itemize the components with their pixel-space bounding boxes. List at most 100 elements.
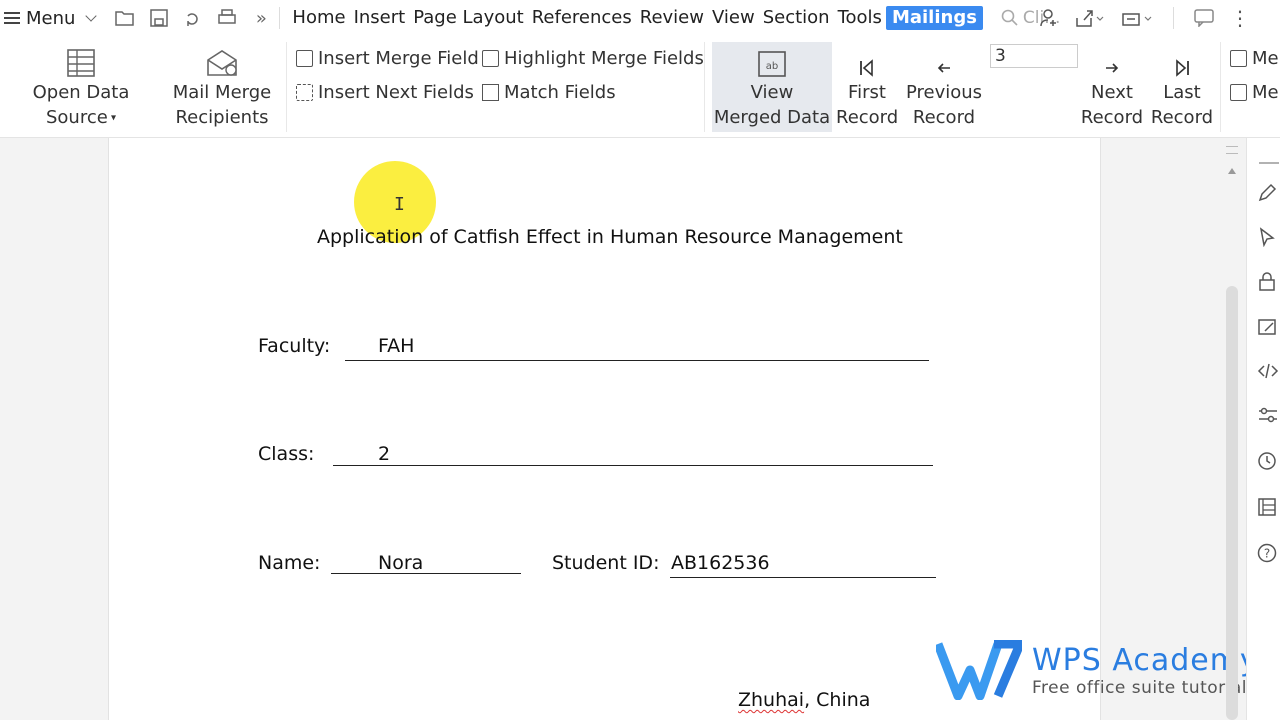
save-icon[interactable]: [149, 8, 169, 28]
tab-references[interactable]: References: [528, 6, 636, 30]
main-menu-label: Menu: [26, 7, 76, 29]
svg-text:?: ?: [1264, 547, 1270, 561]
highlight-merge-fields-button[interactable]: Highlight Merge Fields: [482, 48, 704, 69]
scroll-thumb[interactable]: [1226, 286, 1238, 720]
next-record-button[interactable]: Next Record: [1080, 44, 1144, 130]
scroll-grip-icon: [1226, 146, 1238, 154]
divider: [1220, 42, 1221, 132]
sidebar-collapse-icon[interactable]: [1257, 152, 1279, 174]
divider: [704, 42, 705, 132]
dropdown-caret-icon: ▾: [107, 112, 117, 124]
main-menu-button[interactable]: Menu: [0, 0, 101, 36]
match-fields-button[interactable]: Match Fields: [482, 82, 616, 103]
merge-documents-icon: [1230, 50, 1247, 67]
layout-list-icon[interactable]: [1257, 496, 1279, 518]
match-fields-label: Match Fields: [504, 82, 616, 103]
faculty-value[interactable]: FAH: [378, 335, 414, 357]
edit-image-icon[interactable]: [1257, 316, 1279, 338]
class-label: Class:: [258, 443, 315, 465]
last-record-label-1: Last: [1163, 82, 1201, 103]
hamburger-icon: [4, 12, 20, 24]
svg-text:ab: ab: [766, 61, 778, 72]
location-city: Zhuhai: [738, 689, 805, 711]
merge-to-new-document-button[interactable]: Me: [1230, 82, 1279, 103]
next-record-label-1: Next: [1091, 82, 1133, 103]
last-record-icon: [1150, 44, 1214, 78]
student-id-label: Student ID:: [552, 552, 660, 574]
pen-icon[interactable]: [1257, 182, 1279, 204]
next-record-label-2: Record: [1080, 107, 1144, 128]
class-underline: [333, 465, 933, 466]
insert-merge-field-button[interactable]: Insert Merge Field: [296, 48, 479, 69]
highlight-fields-icon: [482, 50, 499, 67]
tab-insert[interactable]: Insert: [350, 6, 410, 30]
merge-to-new-document-label: Me: [1252, 82, 1279, 103]
history-icon[interactable]: [1257, 450, 1279, 472]
merge-new-doc-icon: [1230, 84, 1247, 101]
document-title[interactable]: Application of Catfish Effect in Human R…: [317, 226, 903, 248]
print-icon[interactable]: [217, 8, 237, 28]
more-chevrons-icon[interactable]: »: [251, 8, 271, 29]
next-field-icon: [296, 84, 313, 101]
insert-merge-field-label: Insert Merge Field: [318, 48, 479, 69]
comment-icon[interactable]: [1194, 9, 1214, 27]
undo-icon[interactable]: [183, 8, 203, 28]
mail-merge-recipients-label-2: Recipients: [175, 107, 269, 128]
tab-section[interactable]: Section: [759, 6, 834, 30]
merge-field-icon: [296, 50, 313, 67]
mail-merge-recipients-label-1: Mail Merge: [172, 82, 272, 103]
vertical-scrollbar[interactable]: [1222, 138, 1242, 720]
code-icon[interactable]: [1257, 360, 1279, 382]
first-record-label-1: First: [848, 82, 886, 103]
previous-record-label-1: Previous: [905, 82, 983, 103]
first-record-button[interactable]: First Record: [836, 44, 898, 130]
tab-review[interactable]: Review: [636, 6, 708, 30]
search-icon: [1001, 9, 1018, 26]
tab-mailings[interactable]: Mailings: [885, 6, 983, 30]
previous-record-button[interactable]: Previous Record: [902, 44, 986, 130]
record-number-input[interactable]: 3: [990, 44, 1078, 68]
merge-to-document-button[interactable]: Me: [1230, 48, 1279, 69]
student-id-value[interactable]: AB162536: [671, 552, 770, 574]
share-icon[interactable]: [1075, 8, 1105, 28]
insert-next-fields-label: Insert Next Fields: [318, 82, 474, 103]
class-value[interactable]: 2: [378, 443, 390, 465]
tab-home[interactable]: Home: [288, 6, 349, 30]
last-record-button[interactable]: Last Record: [1150, 44, 1214, 130]
tab-tools[interactable]: Tools: [834, 6, 886, 30]
collaborate-icon[interactable]: [1039, 8, 1059, 28]
faculty-label: Faculty:: [258, 335, 331, 357]
scroll-up-icon[interactable]: [1228, 168, 1236, 174]
first-record-label-2: Record: [836, 107, 899, 128]
data-source-icon: [0, 44, 162, 78]
location-country: , China: [804, 689, 871, 711]
tab-page-layout[interactable]: Page Layout: [409, 6, 528, 30]
chevron-down-icon: [85, 10, 98, 22]
tab-view[interactable]: View: [708, 6, 759, 30]
help-icon[interactable]: ?: [1257, 542, 1279, 564]
lock-icon[interactable]: [1257, 270, 1279, 292]
view-merged-data-label-2: Merged Data: [713, 107, 831, 128]
insert-next-fields-button[interactable]: Insert Next Fields: [296, 82, 474, 103]
faculty-underline: [345, 360, 929, 361]
right-sidebar: ?: [1246, 138, 1280, 720]
more-options-icon[interactable]: ⋮: [1230, 8, 1250, 28]
name-value[interactable]: Nora: [378, 552, 423, 574]
view-merged-data-label-1: View: [750, 82, 794, 103]
previous-record-label-2: Record: [912, 107, 976, 128]
open-data-source-button[interactable]: Open Data Source ▾: [0, 44, 162, 131]
view-merged-data-button[interactable]: ab View Merged Data: [712, 42, 832, 132]
mail-merge-recipients-button[interactable]: Mail Merge Recipients: [166, 44, 278, 130]
view-merged-data-icon: ab: [712, 44, 832, 78]
divider: [286, 42, 287, 132]
highlight-merge-fields-label: Highlight Merge Fields: [504, 48, 704, 69]
open-folder-icon[interactable]: [115, 8, 135, 28]
match-fields-icon: [482, 84, 499, 101]
arrow-right-icon: [1080, 44, 1144, 78]
wps-logo-icon: [936, 640, 1022, 700]
settings-sliders-icon[interactable]: [1257, 404, 1279, 426]
location-text[interactable]: Zhuhai, China: [738, 689, 870, 711]
export-icon[interactable]: [1121, 8, 1153, 28]
merge-to-document-label: Me: [1252, 48, 1279, 69]
select-cursor-icon[interactable]: [1257, 226, 1279, 248]
